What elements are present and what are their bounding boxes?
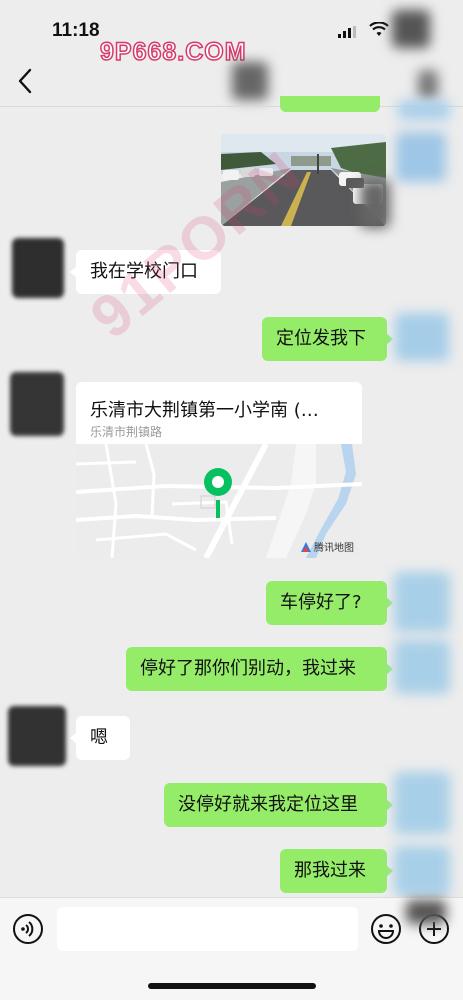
outgoing-message[interactable]: 那我过来 <box>280 849 393 893</box>
back-arrow-icon[interactable] <box>14 64 38 98</box>
home-indicator <box>148 983 316 989</box>
map-credit: 腾讯地图 <box>301 539 354 554</box>
tencent-map-logo-icon <box>301 541 311 552</box>
outgoing-message[interactable]: 停好了那你们别动，我过来 <box>126 647 393 691</box>
contact-avatar[interactable] <box>8 706 66 766</box>
redaction-blur <box>232 62 268 100</box>
outgoing-message[interactable]: 定位发我下 <box>262 317 393 361</box>
avatar-blur <box>396 132 446 182</box>
contact-avatar[interactable] <box>10 372 64 436</box>
emoji-icon[interactable] <box>370 913 402 945</box>
wifi-icon <box>369 22 389 36</box>
input-bar <box>0 897 463 1000</box>
outgoing-message[interactable]: 没停好就来我定位这里 <box>164 783 393 827</box>
redaction-blur <box>392 10 430 48</box>
location-map[interactable]: 腾讯地图 <box>76 442 362 558</box>
avatar-blur <box>394 846 450 896</box>
voice-icon[interactable] <box>12 913 44 945</box>
location-card[interactable]: 乐清市大荆镇第一小学南 (… 乐清市荆镇路 腾讯地图 <box>76 382 362 558</box>
map-provider-label: 腾讯地图 <box>314 543 354 554</box>
signal-icon <box>338 26 356 38</box>
avatar-blur <box>394 572 450 632</box>
redaction-blur <box>418 70 438 100</box>
location-address: 乐清市荆镇路 <box>90 425 163 439</box>
avatar-blur <box>395 313 449 361</box>
outgoing-message[interactable]: 车停好了? <box>266 581 393 625</box>
avatar-blur <box>394 772 450 834</box>
location-pin-icon <box>204 468 232 518</box>
message-input[interactable] <box>57 907 358 951</box>
contact-avatar[interactable] <box>12 238 64 298</box>
message-bubble-partial[interactable] <box>280 96 380 112</box>
site-watermark: 9P668.COM <box>99 37 247 67</box>
incoming-message[interactable]: 嗯 <box>70 716 130 760</box>
redaction-blur <box>406 900 446 924</box>
avatar-blur <box>394 640 450 694</box>
redaction-blur <box>360 180 390 228</box>
nav-divider <box>0 106 463 107</box>
status-time: 11:18 <box>52 20 100 41</box>
avatar-blur <box>398 100 450 120</box>
location-title: 乐清市大荆镇第一小学南 (… <box>90 400 319 421</box>
